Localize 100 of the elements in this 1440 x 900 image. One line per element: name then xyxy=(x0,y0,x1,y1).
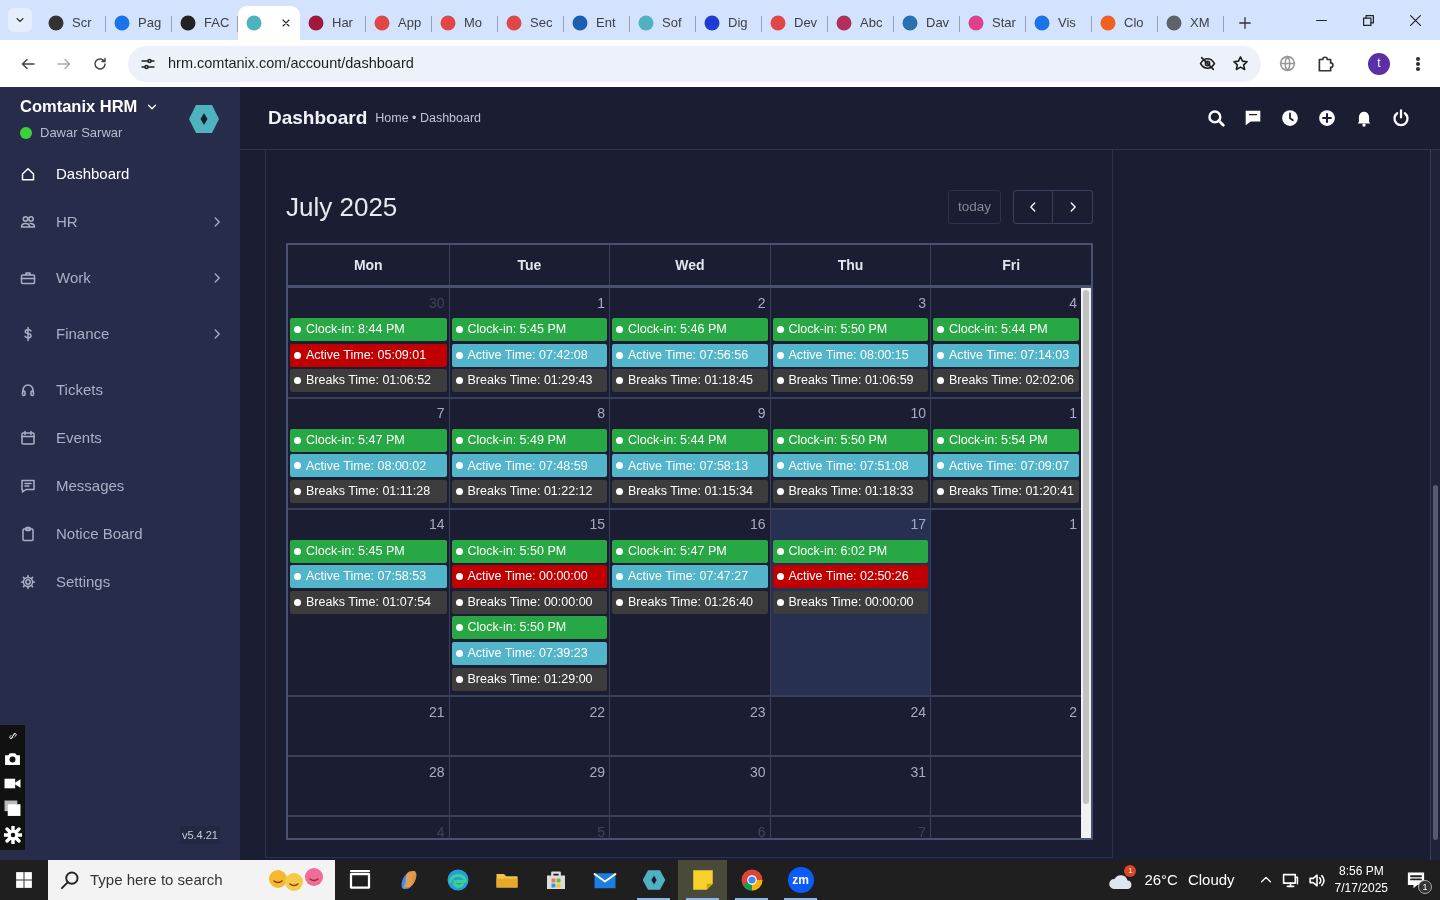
address-field[interactable]: hrm.comtanix.com/account/dashboard xyxy=(128,45,1261,82)
day-cell[interactable]: 16 Clock-in: 5:47 PM Active Time: 07:47:27 Breaks Time: 01:26:40 xyxy=(609,509,770,696)
browser-tab[interactable]: Dav xyxy=(894,6,960,40)
clock-icon[interactable] xyxy=(1281,109,1299,127)
browser-tab[interactable]: Sec xyxy=(498,6,564,40)
calendar-event[interactable]: Active Time: 00:00:00 xyxy=(451,565,607,589)
power-icon[interactable] xyxy=(1392,109,1410,127)
day-cell[interactable]: 17 Clock-in: 6:02 PM Active Time: 02:50:26 Breaks Time: 00:00:00 xyxy=(769,509,930,696)
search-icon[interactable] xyxy=(1207,109,1225,127)
calendar-event[interactable]: Breaks Time: 02:02:06 xyxy=(933,369,1079,393)
clock-time[interactable]: 8:56 PM xyxy=(1334,863,1388,880)
calendar-event[interactable]: Breaks Time: 01:15:34 xyxy=(612,479,768,503)
scrollbar-thumb[interactable] xyxy=(1083,290,1089,804)
day-cell[interactable]: 24 xyxy=(769,697,930,756)
new-tab-icon[interactable] xyxy=(1238,16,1252,30)
globe-icon[interactable] xyxy=(1279,55,1296,72)
browser-tab[interactable]: Dev xyxy=(762,6,828,40)
day-cell[interactable]: 7 Clock-in: 5:47 PM Active Time: 08:00:02 Breaks Time: 01:11:28 xyxy=(288,398,449,508)
scrollbar[interactable] xyxy=(1081,288,1091,838)
day-cell[interactable]: 9 Clock-in: 5:44 PM Active Time: 07:58:13 Breaks Time: 01:15:34 xyxy=(609,398,770,508)
day-cell[interactable]: 23 xyxy=(609,697,770,756)
sidebar-item[interactable]: HR xyxy=(0,198,240,246)
eye-off-icon[interactable] xyxy=(1199,55,1216,72)
day-cell[interactable]: 10 Clock-in: 5:50 PM Active Time: 07:51:08 Breaks Time: 01:18:33 xyxy=(769,398,930,508)
chat-icon[interactable] xyxy=(1244,109,1262,127)
browser-tab[interactable]: Dig xyxy=(696,6,762,40)
browser-tab[interactable]: Sof xyxy=(630,6,696,40)
taskbar-app[interactable] xyxy=(678,860,727,900)
bell-icon[interactable] xyxy=(1355,109,1373,127)
restore-icon[interactable] xyxy=(1362,14,1375,27)
network-icon[interactable] xyxy=(1281,871,1299,889)
calendar-event[interactable]: Breaks Time: 01:06:52 xyxy=(290,369,447,393)
star-icon[interactable] xyxy=(1232,55,1249,72)
day-cell[interactable]: 14 Clock-in: 5:45 PM Active Time: 07:58:53 Breaks Time: 01:07:54 xyxy=(288,509,449,696)
calendar-event[interactable]: Breaks Time: 01:29:43 xyxy=(451,369,607,393)
sidebar-item[interactable]: Tickets xyxy=(0,366,240,414)
sidebar-item[interactable]: Messages xyxy=(0,462,240,510)
sidebar-item[interactable]: Settings xyxy=(0,558,240,606)
clock-date[interactable]: 7/17/2025 xyxy=(1334,880,1388,897)
day-cell[interactable]: 15 Clock-in: 5:50 PM Active Time: 00:00:00 Breaks Time: 00:00:00 Clock-in: 5:50 PM Active Time: 07:39:23 Breaks Time: 01:29:00 xyxy=(448,509,609,696)
search-field[interactable]: Type here to search xyxy=(88,867,259,893)
scrollbar-thumb[interactable] xyxy=(1433,485,1438,840)
calendar-event[interactable]: Breaks Time: 00:00:00 xyxy=(772,590,928,614)
day-cell[interactable]: 3 Clock-in: 5:50 PM Active Time: 08:00:15 Breaks Time: 01:06:59 xyxy=(769,288,930,397)
day-cell[interactable]: 28 xyxy=(288,757,449,816)
weekday-header: Wed xyxy=(609,245,770,285)
browser-tab[interactable]: Ent xyxy=(564,6,630,40)
browser-tab[interactable]: XM xyxy=(1158,6,1224,40)
day-cell[interactable]: 4 Clock-in: 5:44 PM Active Time: 07:14:03 Breaks Time: 02:02:06 xyxy=(930,288,1081,397)
profile-avatar[interactable]: t xyxy=(1368,52,1390,75)
calendar-event[interactable]: Breaks Time: 01:06:59 xyxy=(772,369,928,393)
calendar-event[interactable]: Active Time: 02:50:26 xyxy=(772,565,928,589)
day-cell[interactable]: 21 xyxy=(288,697,449,756)
search-icon xyxy=(60,870,80,890)
calendar-event[interactable]: Breaks Time: 00:00:00 xyxy=(451,590,607,614)
puzzle-icon[interactable] xyxy=(1316,54,1334,73)
sidebar-item[interactable]: Notice Board xyxy=(0,510,240,558)
day-cell[interactable]: 29 xyxy=(448,757,609,816)
browser-tab[interactable]: Abc xyxy=(828,6,894,40)
day-cell[interactable]: 1 Clock-in: 5:54 PM Active Time: 07:09:07 Breaks Time: 01:20:41 xyxy=(930,398,1081,508)
day-cell[interactable]: 1 Clock-in: 5:45 PM Active Time: 07:42:08 Breaks Time: 01:29:43 xyxy=(448,288,609,397)
browser-tab[interactable]: Clo xyxy=(1092,6,1158,40)
day-cell[interactable]: 22 xyxy=(448,697,609,756)
search-box[interactable]: Type here to search xyxy=(48,860,335,900)
page-scrollbar[interactable] xyxy=(1430,150,1440,860)
windows-icon[interactable] xyxy=(4,800,21,818)
taskbar-app[interactable]: zm xyxy=(776,860,825,900)
day-cell[interactable]: 30 xyxy=(609,757,770,816)
settings-icon[interactable] xyxy=(3,825,22,844)
sidebar-item[interactable]: Dashboard xyxy=(0,150,240,198)
browser-tab[interactable]: Star xyxy=(960,6,1026,40)
calendar-event[interactable]: Breaks Time: 01:18:45 xyxy=(612,369,768,393)
calendar-event[interactable]: Breaks Time: 01:11:28 xyxy=(290,479,447,503)
calendar-event[interactable]: Breaks Time: 01:26:40 xyxy=(612,590,768,614)
day-cell[interactable]: 2 Clock-in: 5:46 PM Active Time: 07:56:56 Breaks Time: 01:18:45 xyxy=(609,288,770,397)
close-icon[interactable] xyxy=(1409,14,1422,27)
close-icon[interactable] xyxy=(280,17,292,29)
day-cell[interactable]: 31 xyxy=(769,757,930,816)
browser-tab[interactable]: App xyxy=(366,6,432,40)
sidebar-item[interactable]: Finance xyxy=(0,310,240,358)
tab-list-button[interactable] xyxy=(8,8,32,32)
browser-tab[interactable]: Pag xyxy=(106,6,172,40)
calendar-event[interactable]: Breaks Time: 01:07:54 xyxy=(290,590,447,614)
link-icon[interactable] xyxy=(7,731,18,742)
browser-tab[interactable]: FAC xyxy=(172,6,238,40)
sidebar-item[interactable]: Events xyxy=(0,414,240,462)
calendar-event[interactable]: Breaks Time: 01:22:12 xyxy=(451,479,607,503)
browser-tab[interactable]: Scr xyxy=(40,6,106,40)
calendar-event[interactable]: Breaks Time: 01:18:33 xyxy=(772,479,928,503)
brand-menu[interactable]: Comtanix HRM xyxy=(20,94,160,120)
sidebar-item[interactable]: Work xyxy=(0,254,240,302)
browser-tab[interactable]: Vis xyxy=(1026,6,1092,40)
calendar-event[interactable]: Breaks Time: 01:20:41 xyxy=(933,479,1079,503)
day-cell[interactable]: 8 Clock-in: 5:49 PM Active Time: 07:48:59 Breaks Time: 01:22:12 xyxy=(448,398,609,508)
reload-icon[interactable] xyxy=(92,55,108,72)
browser-tab[interactable]: Mo xyxy=(432,6,498,40)
calendar-event[interactable]: Active Time: 05:09:01 xyxy=(290,343,447,367)
browser-tab[interactable]: Har xyxy=(300,6,366,40)
add-icon[interactable] xyxy=(1318,109,1336,127)
calendar-event[interactable]: Breaks Time: 01:29:00 xyxy=(451,667,607,691)
